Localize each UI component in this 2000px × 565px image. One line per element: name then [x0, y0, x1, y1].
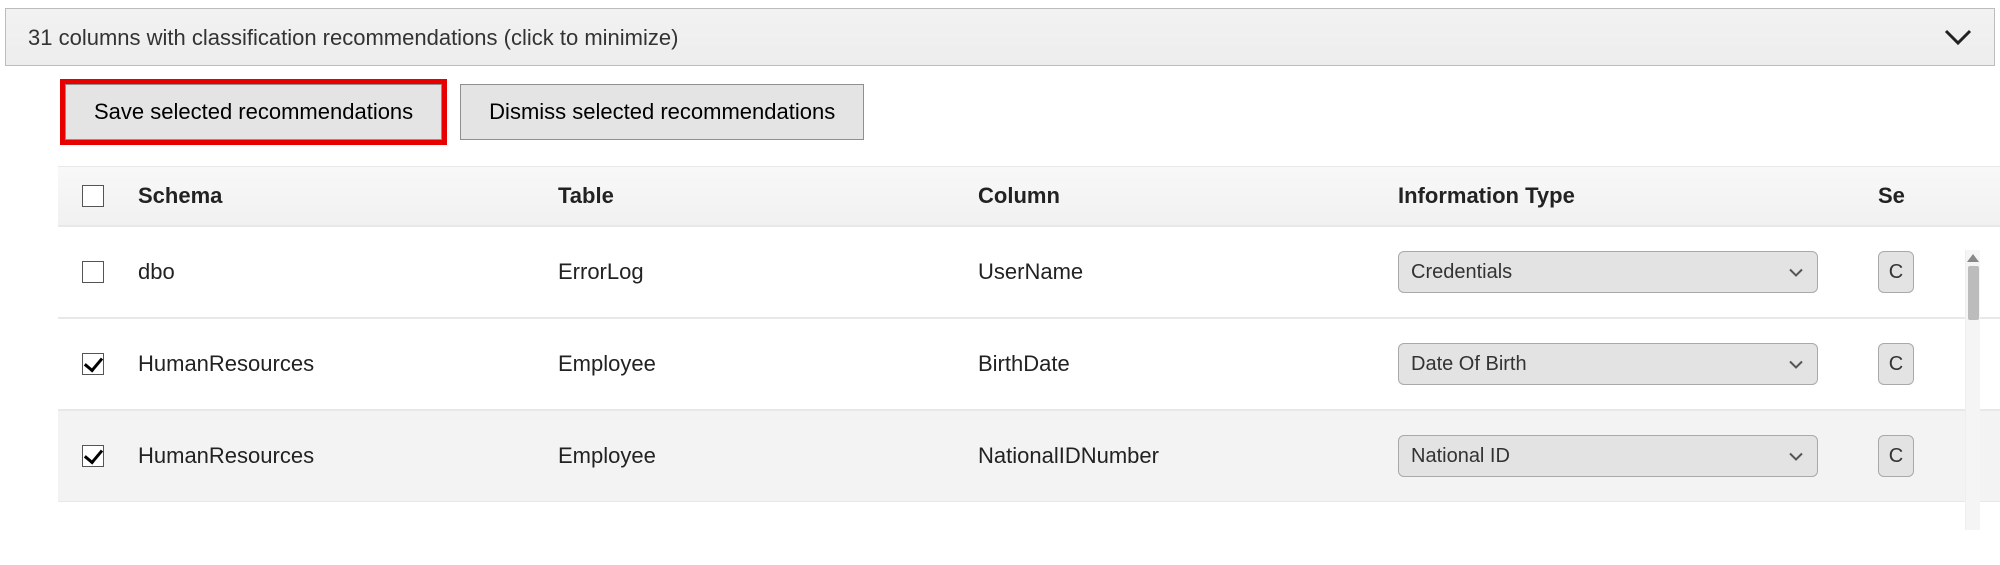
table-row: HumanResources Employee BirthDate Date O…	[58, 318, 2000, 410]
cell-schema: HumanResources	[138, 419, 558, 493]
row-checkbox[interactable]	[82, 353, 104, 375]
cell-column: NationalIDNumber	[978, 419, 1398, 493]
action-button-row: Save selected recommendations Dismiss se…	[0, 66, 2000, 140]
info-type-value: National ID	[1411, 445, 1510, 468]
save-button[interactable]: Save selected recommendations	[65, 84, 442, 140]
cell-schema: HumanResources	[138, 327, 558, 401]
scrollbar-up-arrow-icon[interactable]	[1967, 254, 1979, 262]
column-header-column[interactable]: Column	[978, 167, 1398, 225]
sensitivity-select[interactable]: C	[1878, 435, 1914, 477]
cell-column: BirthDate	[978, 327, 1398, 401]
recommendations-table: Schema Table Column Information Type Se …	[58, 166, 2000, 502]
chevron-down-icon	[1789, 353, 1803, 376]
sensitivity-first-letter: C	[1889, 445, 1903, 468]
sensitivity-first-letter: C	[1889, 353, 1903, 376]
column-header-sensitivity[interactable]: Se	[1878, 167, 2000, 225]
column-header-schema[interactable]: Schema	[138, 167, 558, 225]
cell-table: Employee	[558, 419, 978, 493]
sensitivity-select[interactable]: C	[1878, 343, 1914, 385]
cell-column: UserName	[978, 235, 1398, 309]
save-button-highlight: Save selected recommendations	[65, 84, 442, 140]
table-header-row: Schema Table Column Information Type Se	[58, 166, 2000, 226]
select-all-checkbox[interactable]	[82, 185, 104, 207]
info-type-select[interactable]: National ID	[1398, 435, 1818, 477]
vertical-scrollbar[interactable]	[1965, 250, 1980, 530]
sensitivity-first-letter: C	[1889, 261, 1903, 284]
scrollbar-thumb[interactable]	[1968, 266, 1979, 320]
cell-schema: dbo	[138, 235, 558, 309]
info-type-value: Credentials	[1411, 261, 1512, 284]
recommendations-collapse-bar[interactable]: 31 columns with classification recommend…	[5, 8, 1995, 66]
dismiss-button[interactable]: Dismiss selected recommendations	[460, 84, 864, 140]
info-type-value: Date Of Birth	[1411, 353, 1527, 376]
column-header-table[interactable]: Table	[558, 167, 978, 225]
row-checkbox[interactable]	[82, 261, 104, 283]
column-header-info-type[interactable]: Information Type	[1398, 167, 1878, 225]
table-row: HumanResources Employee NationalIDNumber…	[58, 410, 2000, 502]
info-type-select[interactable]: Date Of Birth	[1398, 343, 1818, 385]
sensitivity-select[interactable]: C	[1878, 251, 1914, 293]
cell-table: ErrorLog	[558, 235, 978, 309]
recommendations-collapse-text: 31 columns with classification recommend…	[28, 25, 678, 50]
chevron-down-icon	[1789, 261, 1803, 284]
table-row: dbo ErrorLog UserName Credentials C	[58, 226, 2000, 318]
chevron-down-icon	[1944, 28, 1972, 46]
row-checkbox[interactable]	[82, 445, 104, 467]
cell-table: Employee	[558, 327, 978, 401]
chevron-down-icon	[1789, 445, 1803, 468]
info-type-select[interactable]: Credentials	[1398, 251, 1818, 293]
